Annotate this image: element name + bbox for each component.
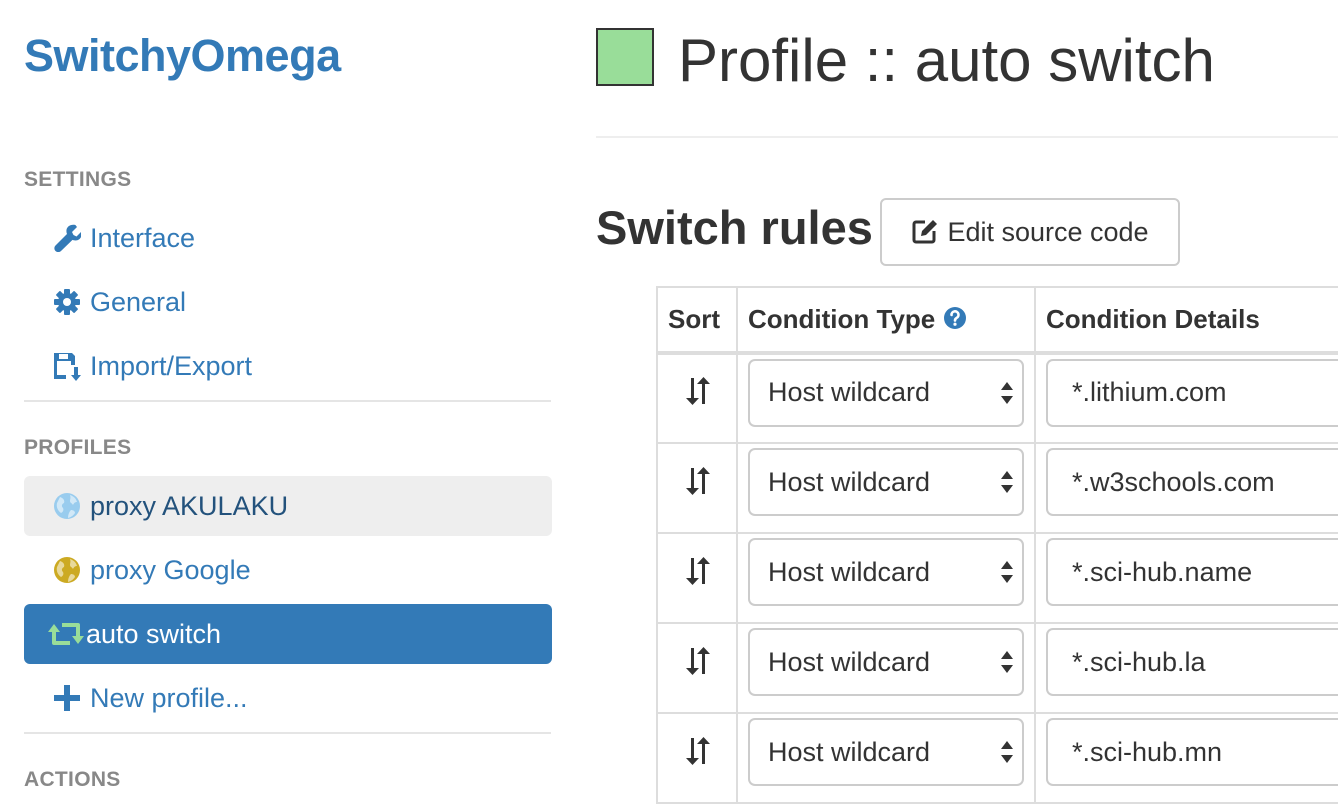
column-header-condition-type-label: Condition Type: [748, 304, 936, 334]
sort-handle-icon[interactable]: [683, 736, 711, 766]
sidebar-item-auto-switch[interactable]: auto switch: [24, 604, 552, 664]
condition-details-cell: *.sci-hub.name: [1034, 532, 1338, 624]
sidebar-item-proxy-google[interactable]: proxy Google: [24, 540, 552, 600]
condition-type-select[interactable]: Host wildcard: [748, 628, 1024, 696]
condition-type-cell: Host wildcard: [736, 622, 1036, 714]
condition-details-input[interactable]: *.w3schools.com: [1046, 448, 1338, 516]
condition-type-value: Host wildcard: [768, 646, 931, 677]
condition-details-cell: *.w3schools.com: [1034, 442, 1338, 534]
condition-type-cell: Host wildcard: [736, 352, 1036, 444]
settings-header: SETTINGS: [24, 168, 132, 191]
globe-icon: [52, 491, 82, 521]
sort-cell: [656, 622, 738, 714]
select-arrows-icon: [1001, 561, 1013, 583]
condition-details-input[interactable]: *.sci-hub.mn: [1046, 718, 1338, 786]
wrench-icon: [52, 223, 82, 253]
sort-handle-icon[interactable]: [683, 556, 711, 586]
condition-type-cell: Host wildcard: [736, 532, 1036, 624]
column-header-condition-type: Condition Type: [736, 286, 1036, 355]
table-row: Host wildcard *.sci-hub.name: [656, 532, 1338, 624]
column-header-sort: Sort: [656, 286, 738, 355]
condition-type-cell: Host wildcard: [736, 712, 1036, 804]
sidebar-item-import-export[interactable]: Import/Export: [24, 336, 552, 396]
condition-type-select[interactable]: Host wildcard: [748, 358, 1024, 427]
sidebar-item-label: auto switch: [86, 618, 222, 649]
table-row: Host wildcard *.sci-hub.la: [656, 622, 1338, 714]
select-arrows-icon: [1001, 741, 1013, 763]
sidebar-item-label: proxy AKULAKU: [90, 490, 289, 521]
sort-cell: [656, 712, 738, 804]
new-profile-button[interactable]: New profile...: [24, 668, 552, 728]
sidebar-item-interface[interactable]: Interface: [24, 208, 552, 268]
sort-handle-icon[interactable]: [683, 646, 711, 676]
table-row: Host wildcard *.w3schools.com: [656, 442, 1338, 534]
select-arrows-icon: [1001, 471, 1013, 493]
sidebar-item-label: Interface: [90, 222, 196, 253]
retweet-icon: [48, 619, 84, 649]
help-icon[interactable]: [943, 306, 967, 330]
plus-icon: [52, 683, 82, 713]
condition-details-cell: *.sci-hub.la: [1034, 622, 1338, 714]
sort-cell: [656, 532, 738, 624]
edit-source-code-button[interactable]: Edit source code: [880, 198, 1180, 266]
switch-rules-table: Sort Condition Type Condition Details Ho…: [656, 286, 1338, 804]
new-profile-label: New profile...: [90, 682, 248, 713]
edit-icon: [912, 220, 938, 244]
globe-icon: [52, 555, 82, 585]
profile-color-swatch[interactable]: [596, 28, 654, 86]
sidebar-item-general[interactable]: General: [24, 272, 552, 332]
condition-type-select[interactable]: Host wildcard: [748, 538, 1024, 606]
title-divider: [596, 136, 1338, 138]
condition-details-cell: *.sci-hub.mn: [1034, 712, 1338, 804]
condition-type-value: Host wildcard: [768, 736, 931, 767]
column-header-condition-details: Condition Details: [1034, 286, 1338, 355]
sidebar-divider: [24, 400, 551, 402]
condition-type-select[interactable]: Host wildcard: [748, 718, 1024, 786]
gear-icon: [52, 287, 82, 317]
sidebar-item-label: proxy Google: [90, 554, 251, 585]
select-arrows-icon: [1001, 651, 1013, 673]
condition-details-input[interactable]: *.lithium.com: [1046, 358, 1338, 427]
edit-source-code-label: Edit source code: [947, 216, 1149, 247]
profiles-header: PROFILES: [24, 436, 132, 459]
sort-cell: [656, 352, 738, 444]
actions-header: ACTIONS: [24, 768, 121, 791]
sidebar-item-label: Import/Export: [90, 350, 253, 381]
select-arrows-icon: [1001, 381, 1013, 404]
condition-details-input[interactable]: *.sci-hub.name: [1046, 538, 1338, 606]
main-content: Profile :: auto switch Switch rules Edit…: [596, 0, 1338, 804]
sort-handle-icon[interactable]: [683, 466, 711, 496]
page-title: Profile :: auto switch: [678, 27, 1215, 94]
condition-type-value: Host wildcard: [768, 556, 931, 587]
condition-details-input[interactable]: *.sci-hub.la: [1046, 628, 1338, 696]
sidebar-item-label: General: [90, 286, 187, 317]
condition-type-cell: Host wildcard: [736, 442, 1036, 534]
sidebar-item-proxy-akulaku[interactable]: proxy AKULAKU: [24, 476, 552, 536]
floppy-import-icon: [52, 351, 82, 381]
table-header-row: Sort Condition Type Condition Details: [656, 286, 1338, 355]
switch-rules-heading: Switch rules: [596, 201, 873, 254]
app-brand: SwitchyOmega: [24, 30, 341, 81]
table-row: Host wildcard *.lithium.com: [656, 352, 1338, 444]
sort-cell: [656, 442, 738, 534]
condition-type-value: Host wildcard: [768, 466, 931, 497]
sidebar: SwitchyOmega SETTINGS Interface General: [0, 0, 576, 791]
sidebar-divider: [24, 732, 551, 734]
sort-handle-icon[interactable]: [683, 376, 711, 406]
table-row: Host wildcard *.sci-hub.mn: [656, 712, 1338, 804]
condition-type-value: Host wildcard: [768, 377, 931, 407]
condition-details-cell: *.lithium.com: [1034, 352, 1338, 444]
condition-type-select[interactable]: Host wildcard: [748, 448, 1024, 516]
